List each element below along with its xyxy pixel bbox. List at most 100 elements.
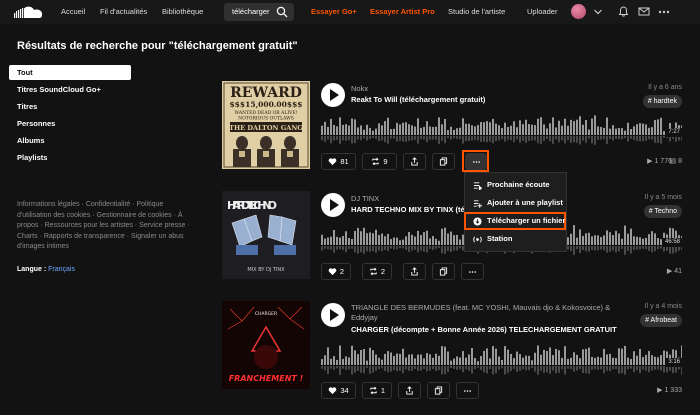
filter-playlists[interactable]: Playlists [9, 149, 131, 166]
track-cover-art[interactable]: HARD TECHNO MIX BY DJ TINX [222, 191, 310, 279]
menu-add-to-playlist[interactable]: Ajouter à une playlist [465, 194, 566, 212]
search-icon[interactable] [276, 6, 288, 18]
station-icon [473, 235, 482, 243]
track-cover-art[interactable]: CHARGER FRANCHEMENT ! [222, 301, 310, 389]
heart-icon [328, 268, 337, 276]
like-count: 81 [340, 157, 349, 166]
like-button[interactable]: 34 [321, 382, 356, 399]
like-button[interactable]: 81 [321, 153, 356, 170]
waveform[interactable] [321, 343, 682, 377]
mail-icon[interactable] [638, 6, 650, 17]
copy-link-button[interactable] [432, 263, 455, 280]
cover-line2-text: NOTORIOUS OUTLAWS [238, 116, 294, 122]
play-button[interactable] [321, 303, 345, 327]
cover-sub-text: MIX BY DJ TINX [247, 267, 285, 273]
repost-button[interactable]: 2 [362, 263, 392, 280]
cover-reward-text: REWARD [230, 85, 302, 101]
filter-go-plus-tracks[interactable]: Titres SoundCloud Go+ [9, 81, 131, 98]
play-button[interactable] [321, 193, 345, 217]
language-value[interactable]: Français [48, 266, 75, 273]
track-genre-tag[interactable]: # hardtek [642, 95, 682, 108]
more-button-highlight [462, 150, 489, 172]
charger-fireworks-art: CHARGER FRANCHEMENT ! [222, 301, 310, 389]
copy-link-button[interactable] [427, 382, 450, 399]
download-icon [473, 216, 482, 226]
share-button[interactable] [403, 263, 426, 280]
track-genre-tag[interactable]: # Techno [643, 205, 682, 218]
track-artist[interactable]: TRIANGLE DES BERMUDES (feat. MC YOSHI, M… [351, 303, 621, 323]
nav-library[interactable]: Bibliothèque [162, 0, 203, 24]
more-button[interactable] [456, 382, 479, 399]
filter-all[interactable]: Tout [9, 65, 131, 80]
nav-studio[interactable]: Studio de l'artiste [448, 0, 505, 24]
soundcloud-logo[interactable] [14, 5, 44, 19]
add-to-playlist-icon [473, 199, 482, 208]
filter-people[interactable]: Personnes [9, 115, 131, 132]
chevron-down-icon[interactable] [593, 7, 603, 17]
share-button[interactable] [398, 382, 421, 399]
page-title: Résultats de recherche pour "téléchargem… [17, 40, 298, 52]
like-button[interactable]: 2 [321, 263, 351, 280]
nav-feed[interactable]: Fil d'actualités [100, 0, 147, 24]
heart-icon [328, 158, 337, 166]
search-input[interactable]: télécharger [224, 3, 294, 21]
comment-count-value: 8 [678, 158, 682, 165]
repost-count: 2 [380, 267, 386, 276]
track-title[interactable]: Reakt To Will (téléchargement gratuit) [351, 95, 485, 104]
menu-station[interactable]: Station [465, 230, 566, 248]
play-count-value: 41 [674, 268, 682, 275]
search-value: télécharger [232, 7, 270, 16]
menu-item-label: Télécharger un fichier [487, 216, 566, 225]
menu-item-label: Ajouter à une playlist [487, 198, 563, 207]
filter-albums[interactable]: Albums [9, 132, 131, 149]
play-count-value: 1 333 [664, 387, 682, 394]
play-count: ▶ 1 333 [657, 386, 682, 394]
track-genre-tag[interactable]: # Afrobeat [640, 314, 682, 327]
ellipsis-icon [468, 270, 477, 273]
cover-line1-text: WANTED DEAD OR ALIVE! [235, 110, 298, 116]
repost-button[interactable]: 9 [362, 153, 397, 170]
repost-count: 9 [383, 157, 388, 166]
nav-go-plus[interactable]: Essayer Go+ [311, 0, 357, 24]
share-button[interactable] [403, 153, 426, 170]
nav-home[interactable]: Accueil [61, 0, 85, 24]
track-title[interactable]: CHARGER (décompte + Bonne Année 2026) TE… [351, 325, 617, 334]
copy-icon [439, 267, 448, 276]
track-artist[interactable]: Nokx [351, 84, 368, 93]
copy-icon [434, 386, 443, 395]
comment-icon: ▤ [669, 158, 679, 165]
more-options-icon[interactable] [658, 10, 670, 14]
more-button[interactable] [461, 263, 484, 280]
menu-item-label: Prochaine écoute [487, 180, 550, 189]
cover-title-text: CHARGER [255, 311, 277, 317]
bell-icon[interactable] [618, 6, 629, 17]
track-upload-time: Il y a 4 mois [644, 303, 682, 310]
comment-count[interactable]: ▤ 8 [670, 157, 682, 165]
menu-download-file[interactable]: Télécharger un fichier [464, 212, 566, 230]
footer-links[interactable]: Informations légales · Confidentialité ·… [17, 200, 197, 253]
copy-link-button[interactable] [432, 153, 455, 170]
filter-tracks[interactable]: Titres [9, 98, 131, 115]
play-next-icon [473, 181, 482, 190]
filter-sidebar: Tout Titres SoundCloud Go+ Titres Person… [9, 65, 131, 166]
track-duration: 7:27 [666, 128, 682, 137]
track-title[interactable]: HARD TECHNO MIX BY TINX (tél [351, 205, 467, 214]
avatar[interactable] [571, 4, 586, 19]
play-button[interactable] [321, 83, 345, 107]
top-nav: Accueil Fil d'actualités Bibliothèque té… [0, 0, 700, 24]
track-item: REWARD $$$15,000.00$$$ WANTED DEAD OR AL… [222, 81, 682, 176]
track-artist[interactable]: DJ TINX [351, 194, 379, 203]
ellipsis-icon [463, 389, 472, 392]
waveform[interactable] [321, 113, 682, 147]
track-cover-art[interactable]: REWARD $$$15,000.00$$$ WANTED DEAD OR AL… [222, 81, 310, 169]
language-label: Langue : [17, 266, 47, 273]
language-selector[interactable]: Langue : Français [17, 266, 75, 273]
repost-button[interactable]: 1 [362, 382, 392, 399]
copy-icon [439, 157, 448, 166]
nav-artist-pro[interactable]: Essayer Artist Pro [370, 0, 435, 24]
cover-sub-text: FRANCHEMENT ! [229, 374, 304, 383]
nav-upload[interactable]: Uploader [527, 0, 557, 24]
menu-play-next[interactable]: Prochaine écoute [465, 176, 566, 194]
share-icon [411, 157, 418, 166]
track-duration: 3:16 [666, 358, 682, 367]
